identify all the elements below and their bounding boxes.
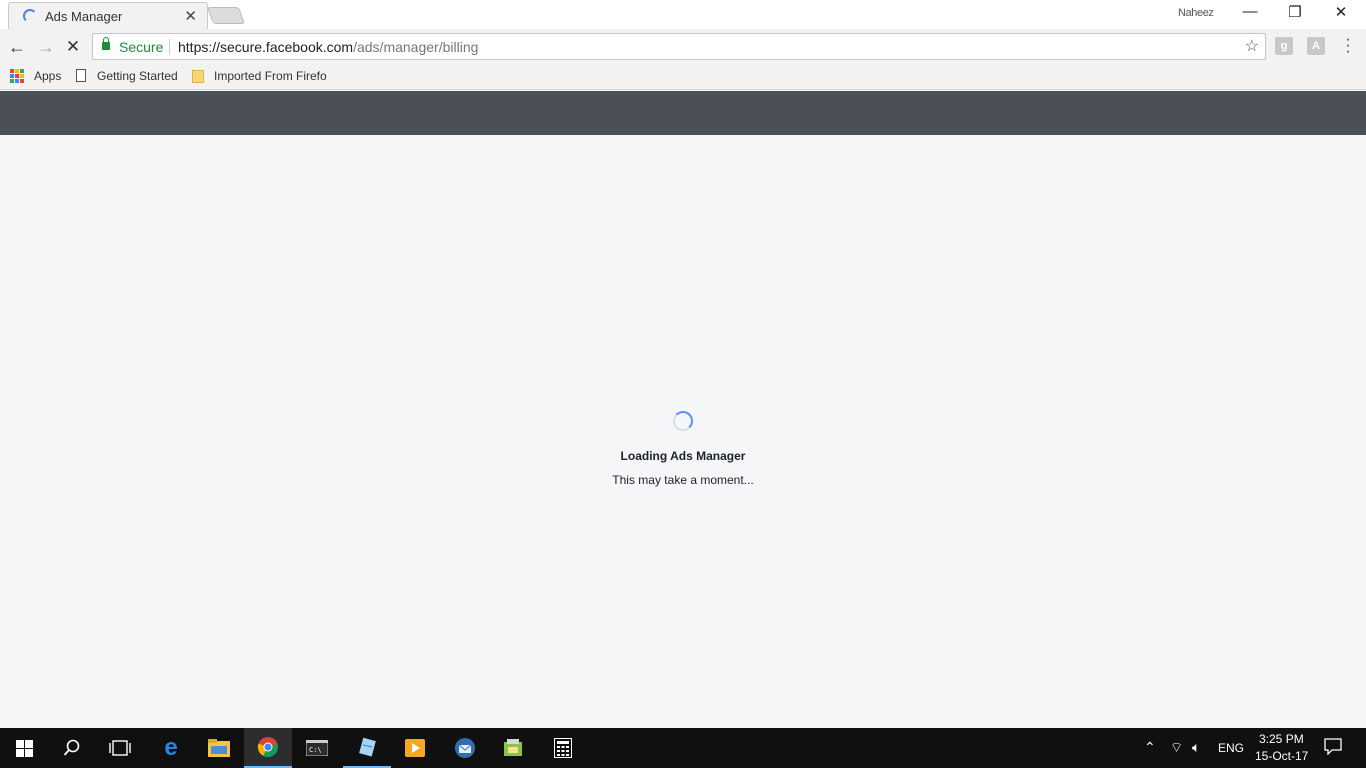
- secure-label: Secure: [119, 39, 164, 55]
- lock-icon: [102, 37, 110, 50]
- apps-grid-icon[interactable]: [10, 69, 24, 83]
- forward-arrow-icon[interactable]: →: [35, 36, 57, 58]
- ads-manager-header: [0, 91, 1366, 135]
- page-icon: [76, 69, 86, 82]
- new-tab-button[interactable]: [206, 7, 246, 24]
- folder-icon: [192, 70, 204, 83]
- tab-loading-icon: [23, 9, 37, 23]
- bookmarks-bar: Apps Getting Started Imported From Firef…: [0, 64, 1366, 90]
- chrome-taskbar-icon[interactable]: [244, 728, 292, 768]
- search-icon[interactable]: [48, 728, 96, 768]
- url-path: /ads/manager/billing: [353, 39, 479, 55]
- loading-spinner-icon: [673, 411, 693, 431]
- bookmark-getting-started[interactable]: Getting Started: [97, 69, 178, 83]
- file-explorer-icon[interactable]: [195, 728, 243, 768]
- clock-time[interactable]: 3:25 PM: [1259, 732, 1304, 746]
- minimize-icon[interactable]: —: [1238, 3, 1262, 25]
- google-extension-icon[interactable]: g: [1275, 37, 1293, 55]
- browser-menu-icon[interactable]: · · ·: [1341, 32, 1355, 60]
- bookmark-imported-from-firefox[interactable]: Imported From Firefo: [214, 69, 327, 83]
- stop-loading-icon[interactable]: ✕: [62, 36, 84, 58]
- edge-browser-icon[interactable]: e: [147, 728, 195, 768]
- show-hidden-icons-icon[interactable]: ⌃: [1144, 739, 1156, 756]
- thunderbird-icon[interactable]: [441, 728, 489, 768]
- volume-icon[interactable]: 🔈︎: [1192, 739, 1200, 756]
- calculator-icon[interactable]: [539, 728, 587, 768]
- app-green-icon[interactable]: [489, 728, 537, 768]
- loading-subtitle: This may take a moment...: [612, 473, 754, 487]
- page-content: Loading Ads Manager This may take a mome…: [0, 135, 1366, 728]
- bookmark-apps[interactable]: Apps: [34, 69, 61, 83]
- url-text[interactable]: https://secure.facebook.com/ads/manager/…: [178, 39, 478, 55]
- notifications-icon[interactable]: [1324, 737, 1342, 758]
- address-divider: [169, 39, 170, 55]
- close-window-icon[interactable]: ✕: [1329, 3, 1353, 25]
- notepad-icon[interactable]: [343, 728, 391, 768]
- tab-title: Ads Manager: [45, 9, 123, 24]
- tab-close-icon[interactable]: ✕: [184, 7, 197, 25]
- command-prompt-icon[interactable]: C:\: [293, 728, 341, 768]
- bookmark-star-icon[interactable]: ☆: [1245, 36, 1259, 56]
- media-player-icon[interactable]: [391, 728, 439, 768]
- windows-taskbar: e C:\ ⌃ ⌔ 🔈︎ ENG 3:25 PM 15-Oct-17: [0, 728, 1366, 768]
- browser-titlebar: Ads Manager ✕ Naheez — ❐ ✕: [0, 0, 1366, 29]
- restore-icon[interactable]: ❐: [1283, 3, 1307, 25]
- wifi-icon[interactable]: ⌔: [1170, 739, 1183, 757]
- windows-start-icon[interactable]: [0, 728, 48, 768]
- language-indicator[interactable]: ENG: [1218, 741, 1244, 755]
- browser-toolbar: ← → ✕ Secure https://secure.facebook.com…: [0, 29, 1366, 64]
- clock-date[interactable]: 15-Oct-17: [1255, 749, 1308, 763]
- loading-title: Loading Ads Manager: [620, 449, 746, 463]
- address-bar[interactable]: Secure https://secure.facebook.com/ads/m…: [92, 33, 1266, 60]
- svg-text:C:\: C:\: [309, 746, 322, 754]
- back-arrow-icon[interactable]: ←: [6, 36, 28, 58]
- url-host: https://secure.facebook.com: [178, 39, 354, 55]
- tab-ads-manager[interactable]: Ads Manager ✕: [8, 2, 208, 29]
- profile-name[interactable]: Naheez: [1178, 7, 1214, 19]
- task-view-icon[interactable]: [96, 728, 144, 768]
- pdf-extension-icon[interactable]: A: [1307, 37, 1325, 55]
